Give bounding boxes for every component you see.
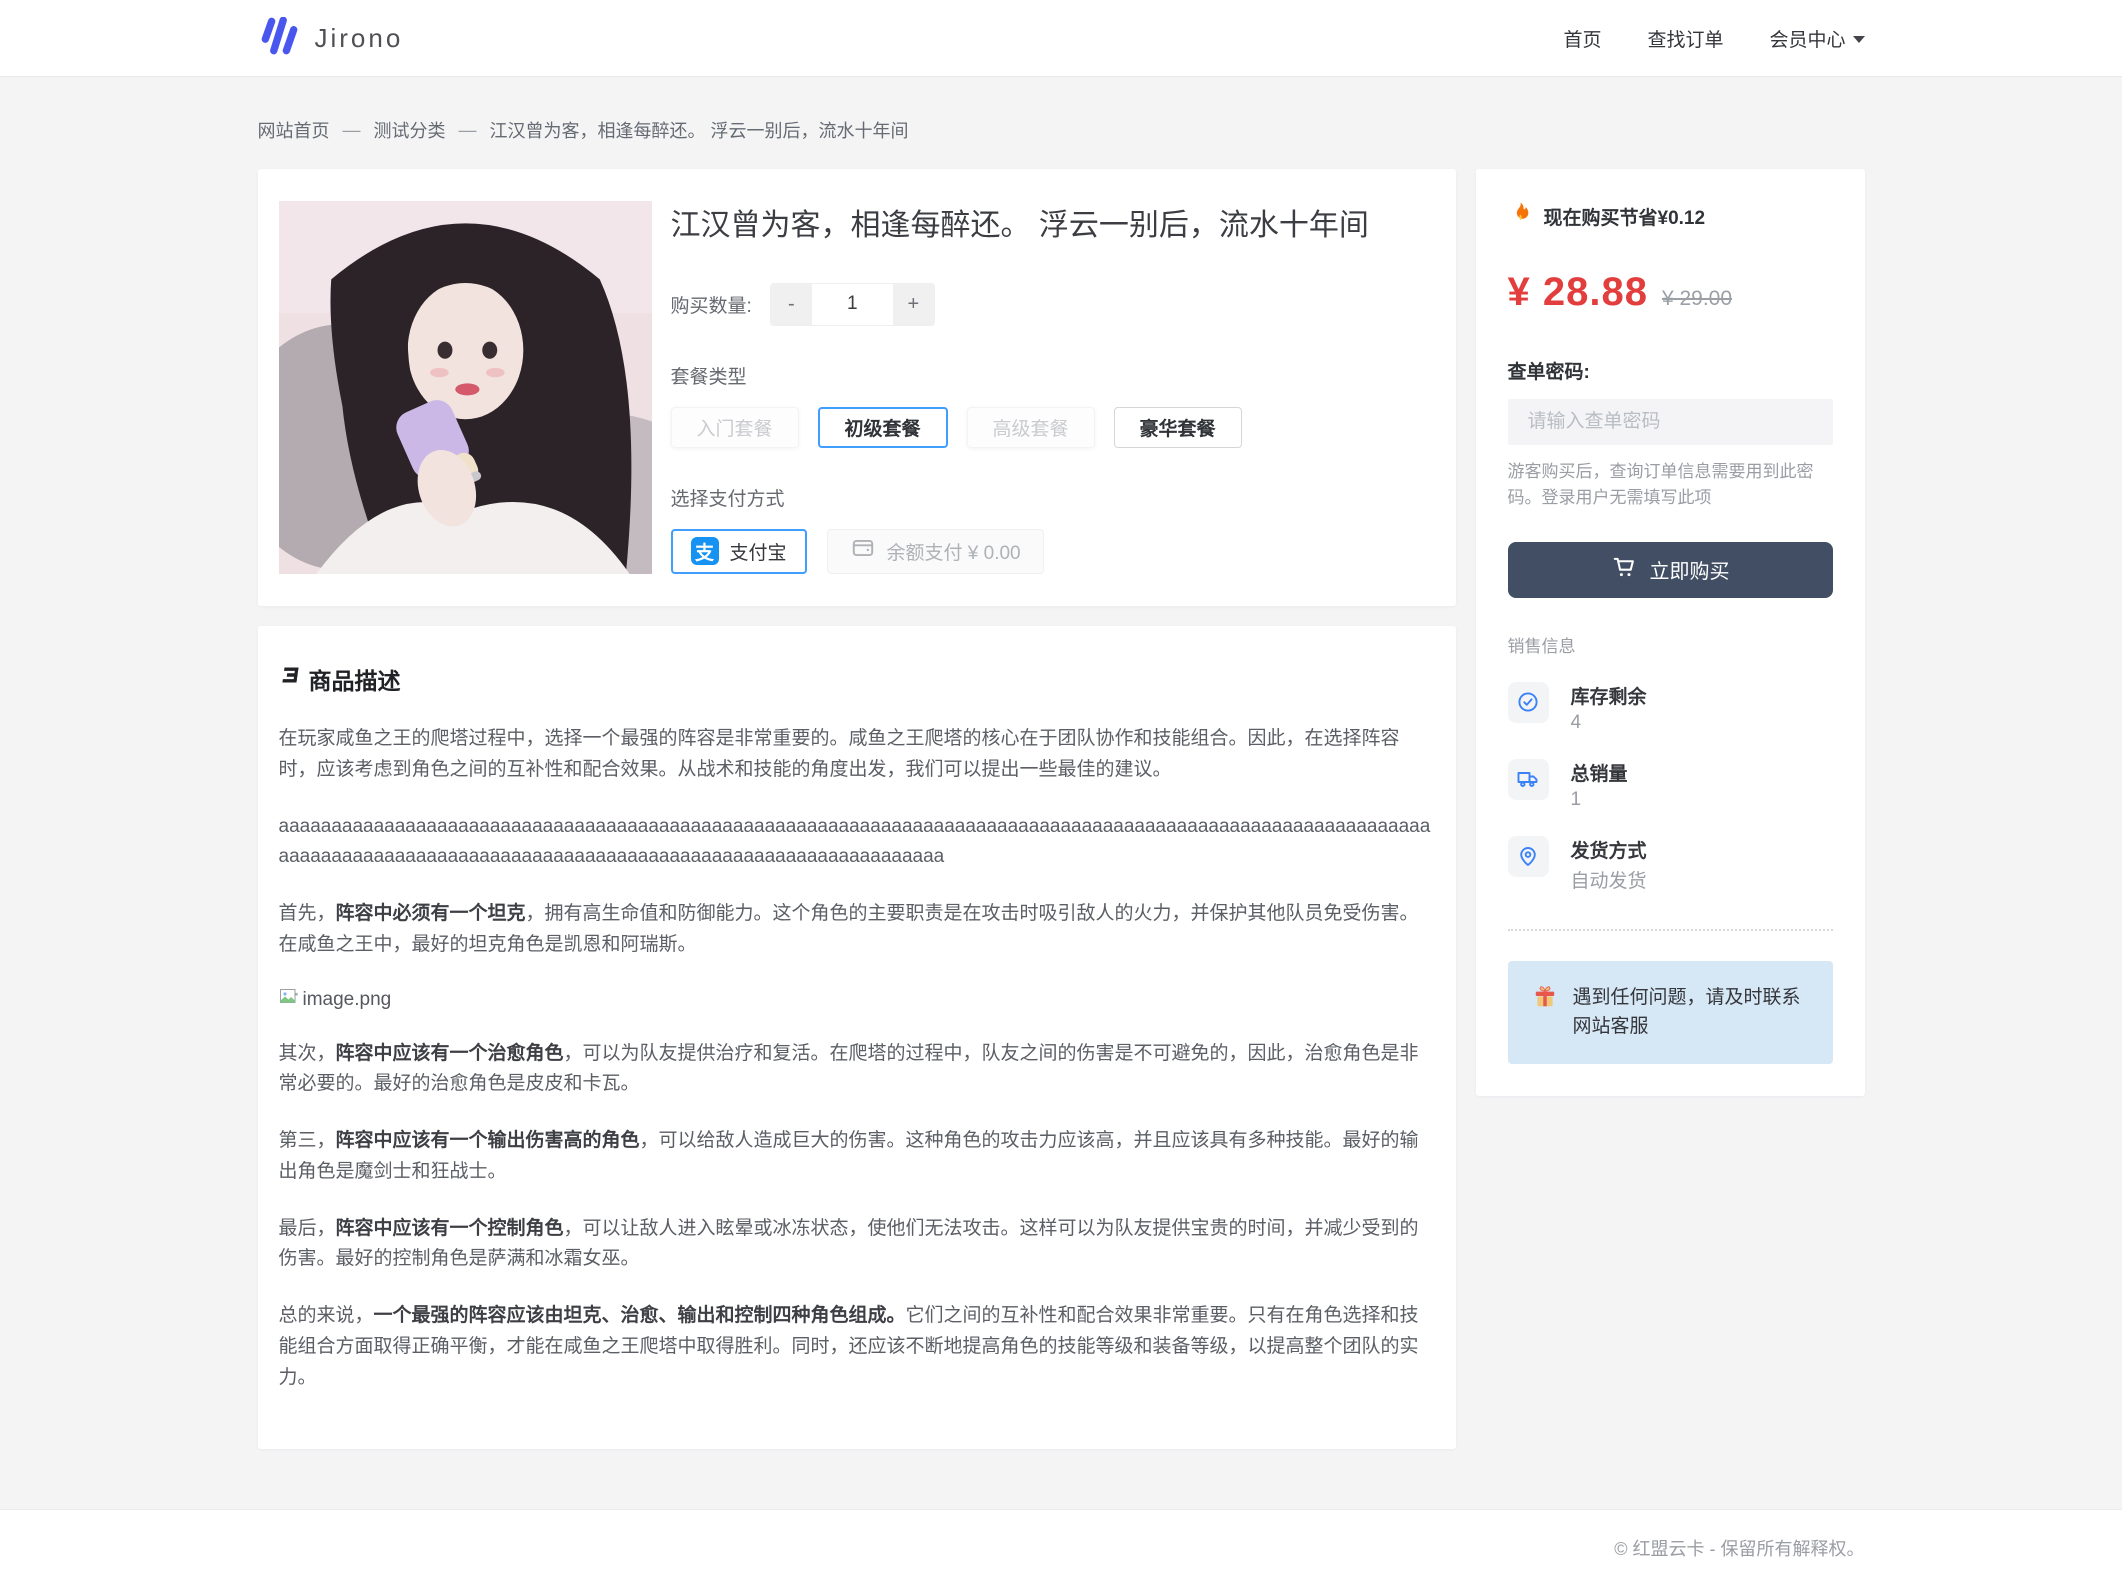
package-option[interactable]: 高级套餐 xyxy=(967,407,1095,448)
quantity-label: 购买数量: xyxy=(671,291,752,318)
purchase-panel: 现在购买节省¥0.12 ¥ 28.88 ¥ 29.00 查单密码: 游客购买后，… xyxy=(1476,169,1865,1096)
nav-item[interactable]: 会员中心 xyxy=(1769,25,1864,52)
cart-icon xyxy=(1611,554,1637,586)
wallet-icon xyxy=(850,535,876,567)
sales-item-value: 4 xyxy=(1571,712,1647,734)
alipay-label: 支付宝 xyxy=(730,538,787,565)
brand-logo-icon xyxy=(258,17,300,60)
nav-item-label: 查找订单 xyxy=(1647,25,1723,52)
description-paragraph: aaaaaaaaaaaaaaaaaaaaaaaaaaaaaaaaaaaaaaaa… xyxy=(279,812,1435,874)
sales-info-title: 销售信息 xyxy=(1508,632,1833,657)
package-type-label: 套餐类型 xyxy=(671,362,1435,389)
nav-item[interactable]: 查找订单 xyxy=(1647,25,1723,52)
sales-info-item: 发货方式自动发货 xyxy=(1508,836,1833,893)
description-paragraph: 最后，阵容中应该有一个控制角色，可以让敌人进入眩晕或冰冻状态，使他们无法攻击。这… xyxy=(279,1214,1435,1276)
quantity-stepper: - 1 + xyxy=(770,283,935,326)
order-password-input[interactable] xyxy=(1508,399,1833,445)
sales-info-item: 总销量 1 xyxy=(1508,759,1833,811)
broken-image-placeholder: image.png xyxy=(279,987,1435,1013)
balance-pay-option[interactable]: 余额支付 ¥ 0.00 xyxy=(827,529,1044,574)
nav-item-label: 会员中心 xyxy=(1769,25,1845,52)
payment-method-label: 选择支付方式 xyxy=(671,484,1435,511)
sales-item-title: 库存剩余 xyxy=(1571,682,1647,709)
truck-icon xyxy=(1508,759,1549,800)
sales-info-item: 库存剩余 4 xyxy=(1508,682,1833,734)
breadcrumb-item[interactable]: 测试分类 xyxy=(374,117,446,143)
description-body: 在玩家咸鱼之王的爬塔过程中，选择一个最强的阵容是非常重要的。咸鱼之王爬塔的核心在… xyxy=(279,724,1435,1393)
product-card: 江汉曾为客，相逢每醉还。 浮云一别后，流水十年间 购买数量: - 1 + 套餐类… xyxy=(258,169,1456,606)
breadcrumb-separator: — xyxy=(343,120,361,141)
nav-item-label: 首页 xyxy=(1563,25,1601,52)
description-paragraph: 总的来说，一个最强的阵容应该由坦克、治愈、输出和控制四种角色组成。它们之间的互补… xyxy=(279,1301,1435,1393)
broken-image-alt-text: image.png xyxy=(303,989,392,1011)
savings-text: 现在购买节省¥0.12 xyxy=(1544,203,1706,230)
package-option[interactable]: 豪华套餐 xyxy=(1114,407,1242,448)
product-image xyxy=(279,201,652,574)
header-nav: 首页 查找订单 会员中心 xyxy=(1563,25,1864,52)
description-heading: 商品描述 xyxy=(309,662,401,696)
buy-now-button[interactable]: 立即购买 xyxy=(1508,542,1833,598)
broken-image-icon xyxy=(279,987,299,1013)
quantity-minus-button[interactable]: - xyxy=(771,284,812,325)
brand-logo[interactable]: Jirono xyxy=(258,17,404,60)
product-title: 江汉曾为客，相逢每醉还。 浮云一别后，流水十年间 xyxy=(671,207,1435,245)
package-option[interactable]: 入门套餐 xyxy=(671,407,799,448)
breadcrumb-item[interactable]: 网站首页 xyxy=(258,117,330,143)
breadcrumb-item: 江汉曾为客，相逢每醉还。 浮云一别后，流水十年间 xyxy=(490,117,909,143)
sales-item-title: 发货方式 xyxy=(1571,836,1647,863)
location-pin-icon xyxy=(1508,836,1549,877)
footer: © 红盟云卡 - 保留所有解释权。 xyxy=(0,1509,2122,1585)
package-options: 入门套餐初级套餐高级套餐豪华套餐 xyxy=(671,407,1435,448)
copyright-text: © 红盟云卡 - 保留所有解释权。 xyxy=(258,1535,1865,1561)
fire-icon xyxy=(1508,201,1533,232)
sales-item-title: 总销量 xyxy=(1571,759,1628,786)
description-icon xyxy=(279,664,303,694)
alipay-option[interactable]: 支 支付宝 xyxy=(671,529,807,574)
order-password-note: 游客购买后，查询订单信息需要用到此密码。登录用户无需填写此项 xyxy=(1508,459,1833,512)
description-card: 商品描述 在玩家咸鱼之王的爬塔过程中，选择一个最强的阵容是非常重要的。咸鱼之王爬… xyxy=(258,626,1456,1449)
buy-now-label: 立即购买 xyxy=(1650,555,1730,584)
sales-item-value: 自动发货 xyxy=(1571,866,1647,893)
divider xyxy=(1508,929,1833,931)
brand-name: Jirono xyxy=(315,23,404,54)
nav-item[interactable]: 首页 xyxy=(1563,25,1601,52)
current-price: ¥ 28.88 xyxy=(1508,270,1648,315)
chevron-down-icon xyxy=(1853,36,1865,43)
description-paragraph: 首先，阵容中必须有一个坦克，拥有高生命值和防御能力。这个角色的主要职责是在攻击时… xyxy=(279,899,1435,961)
order-password-label: 查单密码: xyxy=(1508,357,1833,384)
description-paragraph: 其次，阵容中应该有一个治愈角色，可以为队友提供治疗和复活。在爬塔的过程中，队友之… xyxy=(279,1039,1435,1101)
check-circle-icon xyxy=(1508,682,1549,723)
gift-icon xyxy=(1532,983,1558,1018)
support-notice: 遇到任何问题，请及时联系网站客服 xyxy=(1508,961,1833,1064)
sales-info-list: 库存剩余 4 总销量 1 发货方式自动发货 xyxy=(1508,682,1833,893)
quantity-plus-button[interactable]: + xyxy=(893,284,934,325)
balance-pay-label: 余额支付 ¥ 0.00 xyxy=(887,538,1021,565)
breadcrumb: 网站首页 — 测试分类 — 江汉曾为客，相逢每醉还。 浮云一别后，流水十年间 xyxy=(258,117,1865,143)
alipay-icon: 支 xyxy=(691,537,719,565)
original-price: ¥ 29.00 xyxy=(1662,287,1732,311)
breadcrumb-separator: — xyxy=(459,120,477,141)
header: Jirono 首页 查找订单 会员中心 xyxy=(0,0,2122,77)
support-notice-text: 遇到任何问题，请及时联系网站客服 xyxy=(1573,983,1809,1042)
sales-item-value: 1 xyxy=(1571,789,1628,811)
package-option[interactable]: 初级套餐 xyxy=(818,407,948,448)
description-paragraph: 在玩家咸鱼之王的爬塔过程中，选择一个最强的阵容是非常重要的。咸鱼之王爬塔的核心在… xyxy=(279,724,1435,786)
quantity-value[interactable]: 1 xyxy=(812,284,893,325)
description-paragraph: 第三，阵容中应该有一个输出伤害高的角色，可以给敌人造成巨大的伤害。这种角色的攻击… xyxy=(279,1126,1435,1188)
